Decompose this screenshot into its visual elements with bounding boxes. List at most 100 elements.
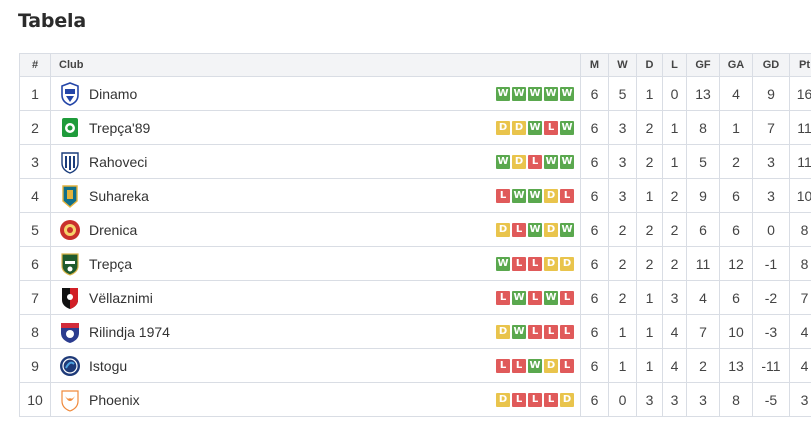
- table-row[interactable]: 3 Rahoveci W D L W W 6 3 2 1 5 2 3 11: [19, 144, 811, 179]
- form-badge: D: [560, 256, 574, 271]
- wins: 3: [608, 144, 637, 179]
- goals-against: 13: [719, 348, 753, 383]
- wins: 2: [608, 212, 637, 247]
- trepca89-crest: [59, 116, 81, 140]
- form-guide: WLLDD: [496, 256, 574, 271]
- form-badge: L: [528, 290, 542, 305]
- club-cell[interactable]: Trepça'89 D D W L W: [50, 110, 581, 145]
- draws: 1: [636, 178, 663, 213]
- page-title: Tabela: [18, 10, 86, 32]
- form-guide: LWWDL: [496, 188, 574, 203]
- goals-against: 10: [719, 314, 753, 349]
- form-badge: W: [496, 154, 510, 169]
- club-name[interactable]: Dinamo: [89, 86, 496, 102]
- table-row[interactable]: 9 Istogu L L W D L 6 1 1 4 2 13 -11 4: [19, 348, 811, 383]
- matches-played: 6: [580, 178, 609, 213]
- row-position: 7: [19, 280, 51, 315]
- club-cell[interactable]: Phoenix D L L L D: [50, 382, 581, 417]
- form-badge: W: [560, 222, 574, 237]
- row-position: 2: [19, 110, 51, 145]
- losses: 3: [662, 280, 687, 315]
- table-row[interactable]: 1 Dinamo W W W W W 6 5 1 0 13 4 9 16: [19, 76, 811, 111]
- club-cell[interactable]: Trepça W L L D D: [50, 246, 581, 281]
- club-name[interactable]: Istogu: [89, 358, 496, 374]
- matches-played: 6: [580, 348, 609, 383]
- form-badge: L: [512, 222, 526, 237]
- losses: 1: [662, 110, 687, 145]
- table-row[interactable]: 6 Trepça W L L D D 6 2 2 2 11 12 -1 8: [19, 246, 811, 281]
- goal-difference: 9: [752, 76, 790, 111]
- table-row[interactable]: 5 Drenica D L W D W 6 2 2 2 6 6 0 8: [19, 212, 811, 247]
- club-cell[interactable]: Dinamo W W W W W: [50, 76, 581, 111]
- row-position: 10: [19, 382, 51, 417]
- club-name[interactable]: Trepça'89: [89, 120, 496, 136]
- trepca-crest: [59, 252, 81, 276]
- form-guide: DDWLW: [496, 120, 574, 135]
- goal-difference: 0: [752, 212, 790, 247]
- table-row[interactable]: 4 Suhareka L W W D L 6 3 1 2 9 6 3 10: [19, 178, 811, 213]
- goals-for: 11: [686, 246, 720, 281]
- goal-difference: -2: [752, 280, 790, 315]
- losses: 1: [662, 144, 687, 179]
- form-badge: W: [528, 358, 542, 373]
- club-cell[interactable]: Vëllaznimi L W L W L: [50, 280, 581, 315]
- form-badge: W: [560, 86, 574, 101]
- rilindja-crest: [59, 320, 81, 344]
- club-name[interactable]: Drenica: [89, 222, 496, 238]
- club-cell[interactable]: Drenica D L W D W: [50, 212, 581, 247]
- club-name[interactable]: Phoenix: [89, 392, 496, 408]
- club-name[interactable]: Suhareka: [89, 188, 496, 204]
- club-cell[interactable]: Rilindja 1974 D W L L L: [50, 314, 581, 349]
- row-position: 6: [19, 246, 51, 281]
- form-badge: L: [560, 188, 574, 203]
- form-guide: DWLLL: [496, 324, 574, 339]
- form-badge: L: [496, 188, 510, 203]
- club-cell[interactable]: Rahoveci W D L W W: [50, 144, 581, 179]
- form-badge: D: [544, 358, 558, 373]
- club-name[interactable]: Rahoveci: [89, 154, 496, 170]
- form-guide: DLLLD: [496, 392, 574, 407]
- club-cell[interactable]: Suhareka L W W D L: [50, 178, 581, 213]
- form-guide: WDLWW: [496, 154, 574, 169]
- form-badge: W: [528, 86, 542, 101]
- form-badge: W: [528, 188, 542, 203]
- form-badge: L: [544, 392, 558, 407]
- drenica-crest: [59, 218, 81, 242]
- header-matches: M: [580, 53, 609, 77]
- form-badge: W: [512, 324, 526, 339]
- table-row[interactable]: 10 Phoenix D L L L D 6 0 3 3 3 8 -5 3: [19, 382, 811, 417]
- form-badge: D: [496, 392, 510, 407]
- club-name[interactable]: Rilindja 1974: [89, 324, 496, 340]
- form-badge: L: [544, 120, 558, 135]
- form-badge: D: [544, 188, 558, 203]
- istogu-crest: [59, 354, 81, 378]
- form-guide: LWLWL: [496, 290, 574, 305]
- table-row[interactable]: 2 Trepça'89 D D W L W 6 3 2 1 8 1 7 11: [19, 110, 811, 145]
- losses: 3: [662, 382, 687, 417]
- club-cell[interactable]: Istogu L L W D L: [50, 348, 581, 383]
- standings-table: # Club M W D L GF GA GD Pt 1 Dinamo W W W W W 6…: [19, 53, 811, 417]
- goals-against: 4: [719, 76, 753, 111]
- goals-against: 12: [719, 246, 753, 281]
- matches-played: 6: [580, 280, 609, 315]
- goals-against: 6: [719, 212, 753, 247]
- form-badge: W: [560, 120, 574, 135]
- points: 11: [789, 110, 811, 145]
- table-row[interactable]: 8 Rilindja 1974 D W L L L 6 1 1 4 7 10 -3 4: [19, 314, 811, 349]
- goal-difference: -3: [752, 314, 790, 349]
- form-badge: L: [496, 358, 510, 373]
- form-badge: D: [496, 324, 510, 339]
- row-position: 4: [19, 178, 51, 213]
- goals-for: 2: [686, 348, 720, 383]
- form-badge: W: [528, 222, 542, 237]
- goals-against: 1: [719, 110, 753, 145]
- form-badge: D: [496, 222, 510, 237]
- goal-difference: 3: [752, 178, 790, 213]
- points: 4: [789, 348, 811, 383]
- form-badge: L: [560, 324, 574, 339]
- club-name[interactable]: Vëllaznimi: [89, 290, 496, 306]
- club-name[interactable]: Trepça: [89, 256, 496, 272]
- table-row[interactable]: 7 Vëllaznimi L W L W L 6 2 1 3 4 6 -2 7: [19, 280, 811, 315]
- row-position: 5: [19, 212, 51, 247]
- row-position: 9: [19, 348, 51, 383]
